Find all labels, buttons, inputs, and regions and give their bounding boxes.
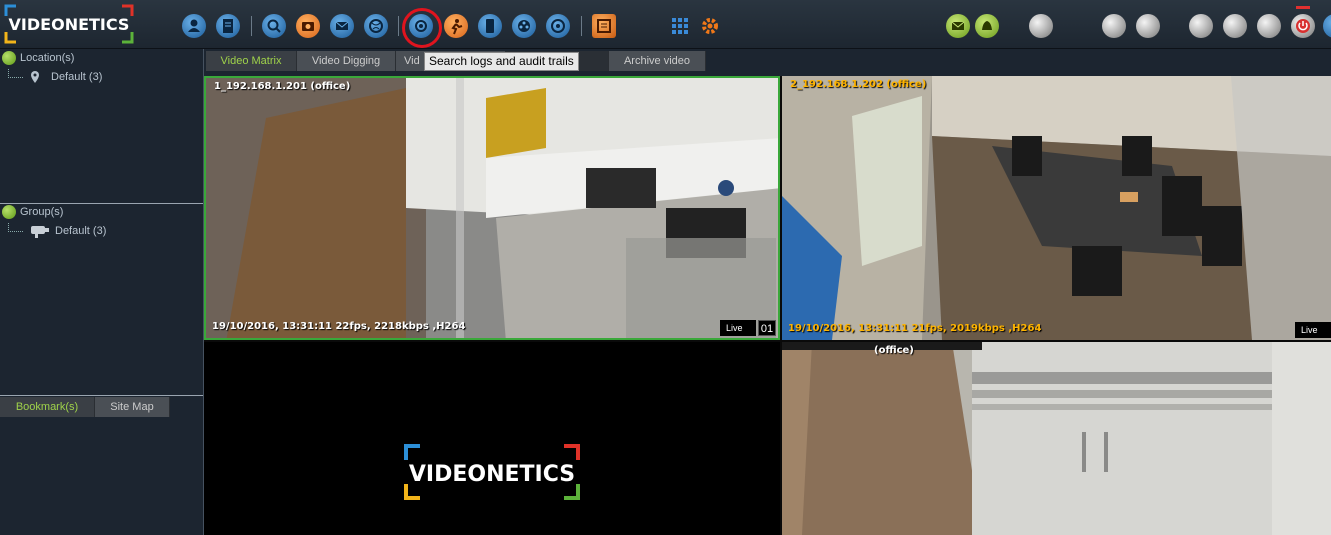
camera-title: 2_192.168.1.202 (office)	[790, 79, 927, 90]
camera-title: 1_192.168.1.201 (office)	[214, 81, 351, 92]
camera-tile-3-empty[interactable]: VIDEONETICS	[204, 342, 780, 535]
tab-video-digging[interactable]: Video Digging	[297, 51, 396, 71]
tab-bookmarks[interactable]: Bookmark(s)	[0, 397, 95, 417]
tree-root-label: Location(s)	[20, 52, 75, 64]
sidebar-divider	[0, 203, 203, 204]
archive-icon[interactable]	[592, 14, 616, 38]
tree-item-label: Default (3)	[55, 225, 107, 237]
mail-alert-icon[interactable]	[946, 14, 970, 38]
film-icon[interactable]	[512, 14, 536, 38]
location-pin-icon	[31, 71, 39, 83]
status-button[interactable]	[1257, 14, 1281, 38]
live-badge: Live	[720, 320, 756, 336]
camera-group-icon	[31, 226, 49, 238]
videonetics-logo: VIDEONETICS	[4, 4, 134, 44]
tree-connector	[8, 68, 23, 78]
sidebar: Location(s) Default (3) Group(s) Default…	[0, 49, 204, 535]
camera-tile-1[interactable]: 1_192.168.1.201 (office) 19/10/2016, 13:…	[204, 76, 780, 340]
grid-icon[interactable]	[668, 14, 692, 38]
camera-feed-image	[782, 342, 1331, 535]
camera-tile-2[interactable]: 2_192.168.1.202 (office) 19/10/2016, 13:…	[782, 76, 1331, 340]
run-icon[interactable]	[444, 14, 468, 38]
live-badge: Live	[1295, 322, 1331, 338]
tab-site-map[interactable]: Site Map	[95, 397, 170, 417]
video-matrix: 1_192.168.1.201 (office) 19/10/2016, 13:…	[204, 76, 1331, 535]
camera-stream-info: 19/10/2016, 13:31:11 22fps, 2218kbps ,H2…	[212, 321, 466, 332]
tooltip-search-logs: Search logs and audit trails	[424, 52, 579, 71]
mail-icon[interactable]	[330, 14, 354, 38]
main-toolbar: VIDEONETICS	[0, 0, 1331, 49]
tree-node-icon	[2, 205, 16, 219]
tree-connector	[8, 222, 23, 232]
tree-item-label: Default (3)	[51, 71, 103, 83]
toolbar-separator	[251, 16, 252, 36]
log-icon[interactable]	[216, 14, 240, 38]
tree-root-label: Group(s)	[20, 206, 64, 218]
camera-stream-info: 19/10/2016, 13:31:11 21fps, 2019kbps ,H2…	[788, 323, 1042, 334]
tree-item-group-default[interactable]: Default (3)	[8, 222, 107, 239]
tree-item-location-default[interactable]: Default (3)	[8, 68, 103, 84]
globe-icon[interactable]	[364, 14, 388, 38]
placeholder-logo-text: VIDEONETICS	[409, 462, 575, 487]
settings-wheel-icon[interactable]	[546, 14, 570, 38]
partial-icon[interactable]	[1323, 14, 1331, 38]
logo-text: VIDEONETICS	[9, 15, 130, 34]
tab-video-matrix[interactable]: Video Matrix	[206, 51, 297, 71]
sidebar-divider	[0, 395, 203, 396]
highlight-ring	[402, 8, 442, 48]
videonetics-placeholder-logo: VIDEONETICS	[404, 444, 580, 500]
status-button[interactable]	[1102, 14, 1126, 38]
mobile-icon[interactable]	[478, 14, 502, 38]
camera-title: (office)	[874, 345, 914, 356]
snapshot-icon[interactable]	[296, 14, 320, 38]
status-button[interactable]	[1189, 14, 1213, 38]
camera-feed-image	[782, 76, 1331, 340]
tree-node-icon	[2, 51, 16, 65]
toolbar-separator	[398, 16, 399, 36]
toolbar-separator	[581, 16, 582, 36]
tab-archive-video[interactable]: Archive video	[609, 51, 706, 71]
status-button[interactable]	[1029, 14, 1053, 38]
tree-root-location[interactable]: Location(s)	[2, 51, 74, 65]
sidebar-bottom-tabs: Bookmark(s) Site Map	[0, 397, 170, 417]
tree-root-group[interactable]: Group(s)	[2, 205, 63, 219]
camera-tile-4[interactable]: (office)	[782, 342, 1331, 535]
power-icon[interactable]	[1291, 14, 1315, 38]
user-icon[interactable]	[182, 14, 206, 38]
camera-feed-image	[206, 78, 778, 338]
camera-number: 01	[758, 320, 776, 336]
gear-icon[interactable]	[698, 14, 722, 38]
bell-icon[interactable]	[975, 14, 999, 38]
status-button[interactable]	[1136, 14, 1160, 38]
window-close-bar[interactable]	[1296, 6, 1310, 9]
status-button[interactable]	[1223, 14, 1247, 38]
search-camera-icon[interactable]	[262, 14, 286, 38]
